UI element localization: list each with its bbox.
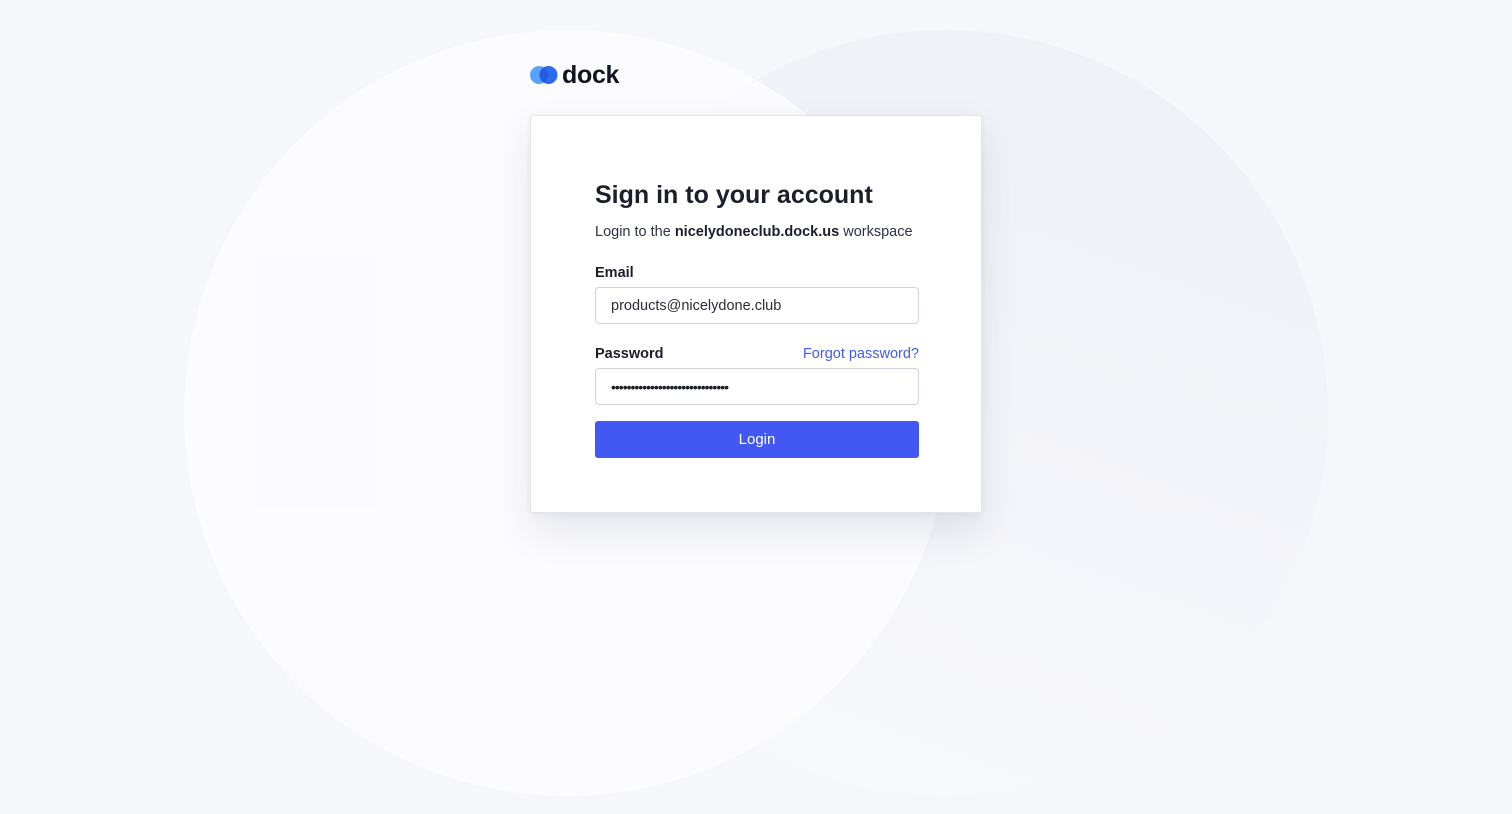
password-group: Password Forgot password? ••••••••••••••… xyxy=(595,344,919,405)
email-label: Email xyxy=(595,265,634,281)
login-form: Sign in to your account Login to the nic… xyxy=(595,180,919,458)
login-card: Sign in to your account Login to the nic… xyxy=(530,115,982,513)
email-group: Email products@nicelydone.club xyxy=(595,263,919,324)
subtitle-prefix: Login to the xyxy=(595,224,675,240)
password-label: Password xyxy=(595,346,664,362)
email-value: products@nicelydone.club xyxy=(611,297,782,314)
page-title: Sign in to your account xyxy=(595,181,873,209)
dock-logo: dock xyxy=(530,60,619,90)
forgot-password-link[interactable]: Forgot password? xyxy=(803,346,919,362)
dock-logo-icon xyxy=(530,66,558,84)
workspace-subtitle: Login to the nicelydoneclub.dock.us work… xyxy=(595,222,919,242)
brand-name: dock xyxy=(562,61,620,89)
password-field[interactable]: •••••••••••••••••••••••••••••• xyxy=(595,368,919,405)
login-button[interactable]: Login xyxy=(595,421,919,458)
email-field[interactable]: products@nicelydone.club xyxy=(595,287,919,324)
password-value: •••••••••••••••••••••••••••••• xyxy=(611,378,729,395)
workspace-name: nicelydoneclub.dock.us xyxy=(674,224,840,240)
subtitle-suffix: workspace xyxy=(839,224,913,240)
